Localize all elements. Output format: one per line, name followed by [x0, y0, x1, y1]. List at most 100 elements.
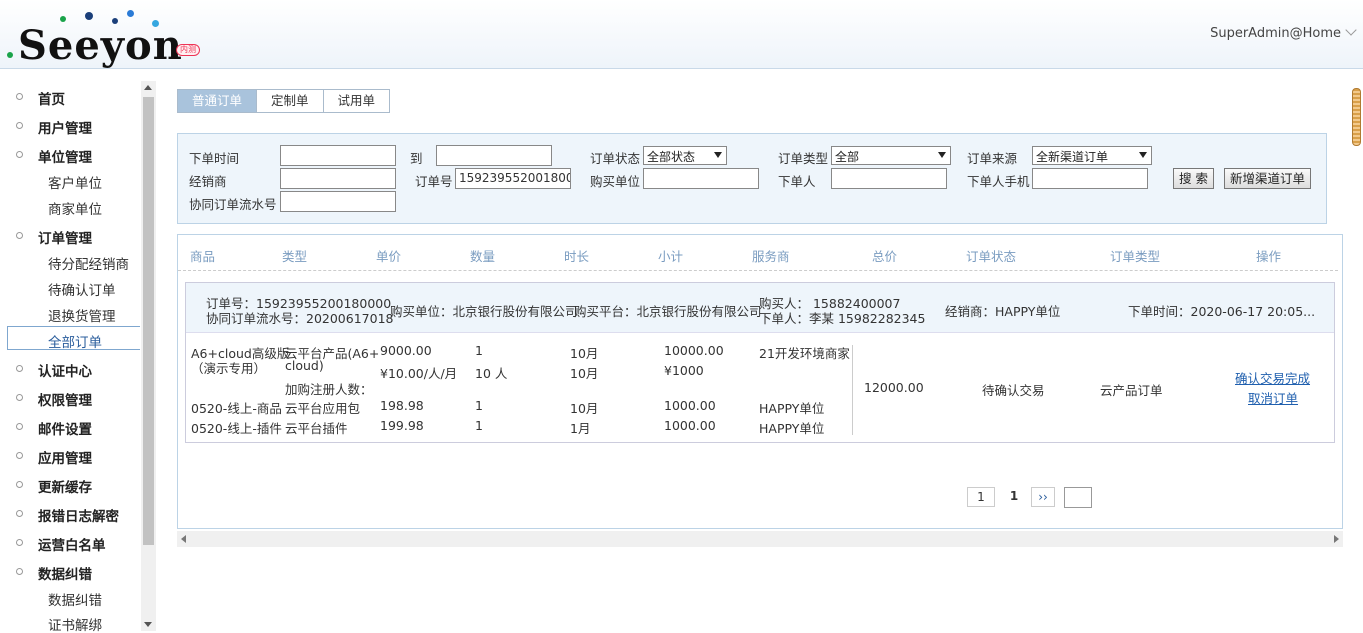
logo-dot-icon: [7, 52, 13, 58]
user-menu[interactable]: SuperAdmin@Home: [1210, 24, 1357, 41]
order-time: 下单时间：2020-06-17 20:05...: [1128, 304, 1316, 319]
order-source-label: 订单来源: [967, 151, 1018, 166]
line-provider: HAPPY单位: [759, 421, 825, 436]
line-type-cont: cloud): [285, 358, 324, 373]
order-card: 订单号：15923955200180000 协同订单流水号：2020061701…: [185, 282, 1335, 443]
order-no-input[interactable]: 15923955200180000: [455, 168, 571, 189]
dealer-input[interactable]: [280, 168, 396, 189]
sidebar-item-unit-management[interactable]: 单位管理: [0, 141, 140, 167]
horizontal-scrollbar[interactable]: [177, 531, 1343, 547]
scroll-left-icon[interactable]: [181, 535, 186, 543]
order-time-label: 下单时间: [189, 151, 240, 166]
tab-normal-orders[interactable]: 普通订单: [177, 89, 258, 113]
scroll-down-icon[interactable]: [144, 622, 152, 627]
coop-serial: 协同订单流水号：20200617018: [206, 311, 394, 326]
line-provider: 21开发环境商家: [759, 346, 850, 361]
logo-dot-icon: [127, 10, 134, 17]
dealer: 经销商：HAPPY单位: [945, 304, 1061, 319]
bullet-icon: [16, 423, 23, 430]
page-scrollbar-thumb[interactable]: [1352, 88, 1361, 146]
line-duration: 10月: [570, 346, 599, 361]
bullet-icon: [16, 365, 23, 372]
line-qty: 1: [475, 398, 483, 413]
logo-badge: 内测: [176, 44, 200, 56]
col-quantity: 数量: [470, 249, 496, 264]
sidebar-subitem-pending-dealer[interactable]: 待分配经销商: [0, 249, 140, 273]
sidebar-subitem-cert-unbind[interactable]: 证书解绑: [0, 610, 140, 633]
pagination: 1 1 ››: [178, 487, 1338, 508]
sidebar-subitem-customer-unit[interactable]: 客户单位: [0, 168, 140, 192]
sidebar-item-refresh-cache[interactable]: 更新缓存: [0, 471, 140, 497]
orderer-phone-label: 下单人手机: [967, 174, 1030, 189]
col-type: 类型: [282, 249, 308, 264]
sidebar-item-error-log-decrypt[interactable]: 报错日志解密: [0, 500, 140, 526]
line-product: 0520-线上-插件: [191, 421, 282, 436]
table-header: 商品 类型 单价 数量 时长 小计 服务商 总价 订单状态 订单类型 操作: [178, 235, 1338, 271]
sidebar-item-user-management[interactable]: 用户管理: [0, 112, 140, 138]
orderer-input[interactable]: [831, 168, 947, 189]
logo-text: Seeyon: [18, 22, 183, 69]
order-card-header: 订单号：15923955200180000 协同订单流水号：2020061701…: [186, 283, 1334, 333]
sidebar-item-permissions[interactable]: 权限管理: [0, 384, 140, 410]
confirm-transaction-link[interactable]: 确认交易完成: [1235, 368, 1310, 387]
line-type: 云平台插件: [285, 421, 348, 436]
sidebar-item-auth-center[interactable]: 认证中心: [0, 355, 140, 381]
bullet-icon: [16, 93, 23, 100]
sidebar-scrollbar[interactable]: [141, 81, 156, 631]
line-subtotal: 10000.00: [664, 343, 724, 358]
line-price: ¥10.00/人/月: [380, 366, 458, 381]
dropdown-arrow-icon: [1139, 152, 1147, 158]
scrollbar-thumb[interactable]: [143, 97, 154, 545]
orderer-phone-input[interactable]: [1032, 168, 1148, 189]
page-jump-input[interactable]: [1064, 487, 1092, 508]
order-type-label: 订单类型: [778, 151, 829, 166]
search-button[interactable]: 搜 索: [1173, 168, 1214, 189]
order-status-select[interactable]: 全部状态: [643, 146, 727, 165]
new-channel-order-button[interactable]: 新增渠道订单: [1224, 168, 1312, 189]
page-next-icon[interactable]: ››: [1031, 487, 1055, 507]
order-time-start-input[interactable]: [280, 145, 396, 166]
line-price: 9000.00: [380, 343, 432, 358]
user-name: SuperAdmin@Home: [1210, 26, 1341, 41]
line-duration: 1月: [570, 421, 591, 436]
order-time-end-input[interactable]: [436, 145, 552, 166]
col-order-type: 订单类型: [1110, 249, 1161, 264]
order-total: 12000.00: [864, 380, 924, 395]
line-subtotal: ¥1000: [664, 363, 704, 378]
sidebar-subitem-merchant-unit[interactable]: 商家单位: [0, 194, 140, 218]
page-first[interactable]: 1: [967, 487, 995, 507]
app-header: Seeyon 内测 SuperAdmin@Home: [0, 0, 1363, 69]
order-type-select[interactable]: 全部: [831, 146, 951, 165]
line-duration: 10月: [570, 366, 599, 381]
line-qty: 10 人: [475, 366, 508, 381]
scroll-up-icon[interactable]: [144, 85, 152, 90]
tab-trial-orders[interactable]: 试用单: [323, 89, 391, 113]
sidebar-subitem-all-orders[interactable]: 全部订单: [7, 326, 140, 351]
scroll-right-icon[interactable]: [1334, 535, 1339, 543]
order-source-select[interactable]: 全新渠道订单: [1032, 146, 1152, 165]
sidebar-item-mail-settings[interactable]: 邮件设置: [0, 413, 140, 439]
sidebar-item-app-management[interactable]: 应用管理: [0, 442, 140, 468]
line-price: 198.98: [380, 398, 424, 413]
buyer-unit-input[interactable]: [643, 168, 759, 189]
order-tabs: 普通订单 定制单 试用单: [177, 89, 391, 113]
sidebar-item-order-management[interactable]: 订单管理: [0, 222, 140, 248]
logo-dot-icon: [85, 12, 93, 20]
to-label: 到: [410, 151, 423, 166]
seeyon-logo[interactable]: Seeyon 内测: [6, 8, 206, 69]
order-status: 待确认交易: [982, 383, 1045, 398]
sidebar-item-home[interactable]: 首页: [0, 83, 140, 109]
sidebar-subitem-data-correction[interactable]: 数据纠错: [0, 585, 140, 609]
coop-serial-input[interactable]: [280, 191, 396, 212]
cancel-order-link[interactable]: 取消订单: [1248, 388, 1298, 407]
bullet-icon: [16, 510, 23, 517]
col-subtotal: 小计: [658, 249, 684, 264]
sidebar-subitem-pending-confirm[interactable]: 待确认订单: [0, 275, 140, 299]
bullet-icon: [16, 232, 23, 239]
tab-custom-orders[interactable]: 定制单: [257, 89, 324, 113]
sidebar-item-data-correction[interactable]: 数据纠错: [0, 558, 140, 584]
sidebar-item-whitelist[interactable]: 运营白名单: [0, 529, 140, 555]
buy-platform: 购买平台：北京银行股份有限公司: [574, 304, 762, 319]
sidebar-subitem-returns[interactable]: 退换货管理: [0, 301, 140, 325]
line-type: 云平台应用包: [285, 401, 361, 416]
